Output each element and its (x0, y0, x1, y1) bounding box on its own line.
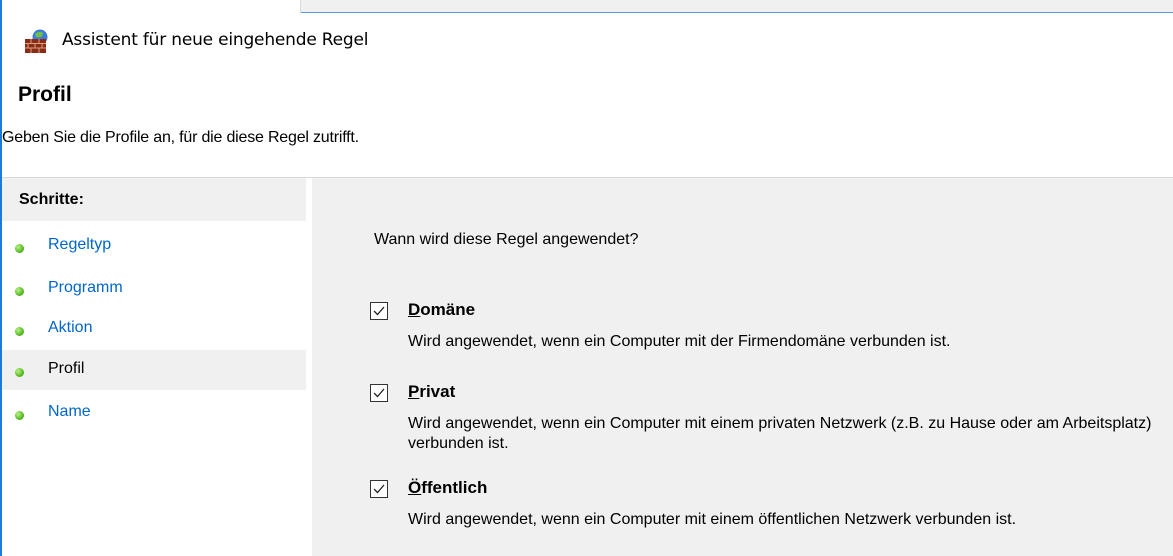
domain-description: Wird angewendet, wenn ein Computer mit d… (408, 333, 951, 350)
step-complete-dot-icon (15, 244, 24, 253)
steps-header: Schritte: (2, 178, 306, 221)
step-complete-dot-icon (15, 411, 24, 420)
checkmark-icon (373, 484, 385, 494)
domain-checkbox[interactable] (370, 302, 388, 320)
title-bar: Assistent für neue eingehende Regel (2, 13, 1173, 69)
sidebar-item-name[interactable]: Name (2, 393, 306, 433)
page-subtitle: Geben Sie die Profile an, für die diese … (2, 129, 359, 146)
sidebar-item-regeltyp[interactable]: Regeltyp (2, 226, 306, 266)
domain-checkbox-label[interactable]: Domäne (408, 300, 475, 320)
accelerator-key: D (408, 300, 421, 319)
sidebar-item-label[interactable]: Name (48, 403, 91, 421)
step-complete-dot-icon (15, 368, 24, 377)
steps-title: Schritte: (19, 191, 84, 208)
profile-panel: Wann wird diese Regel angewendet? Domäne… (312, 178, 1173, 556)
sidebar-item-label: Profil (48, 360, 85, 377)
firewall-wall-globe-icon (25, 29, 48, 53)
public-checkbox-label[interactable]: Öffentlich (408, 478, 487, 498)
option-name-rest: ffentlich (421, 478, 488, 497)
step-complete-dot-icon (15, 327, 24, 336)
private-checkbox[interactable] (370, 384, 388, 402)
option-name-rest: omäne (420, 300, 476, 319)
accelerator-key: Ö (408, 478, 422, 497)
public-description: Wird angewendet, wenn ein Computer mit e… (408, 511, 1017, 528)
sidebar-item-label[interactable]: Aktion (48, 319, 92, 337)
private-description: Wird angewendet, wenn ein Computer mit e… (408, 415, 1152, 452)
page-title: Profil (18, 83, 72, 106)
step-complete-dot-icon (15, 287, 24, 296)
top-window-strip (0, 0, 1173, 13)
option-name-rest: rivat (419, 382, 456, 401)
private-checkbox-label[interactable]: Privat (408, 382, 455, 402)
sidebar-item-label[interactable]: Regeltyp (48, 236, 111, 254)
sidebar-item-profil[interactable]: Profil (2, 350, 306, 390)
window-title: Assistent für neue eingehende Regel (62, 30, 369, 50)
sidebar-item-label[interactable]: Programm (48, 279, 123, 297)
sidebar-item-programm[interactable]: Programm (2, 269, 306, 309)
checkmark-icon (373, 388, 385, 398)
sidebar-item-aktion[interactable]: Aktion (2, 309, 306, 349)
parent-window-pane (0, 0, 301, 13)
public-checkbox[interactable] (370, 480, 388, 498)
accelerator-key: P (408, 382, 420, 401)
wizard-header: Profil Geben Sie die Profile an, für die… (2, 69, 1173, 177)
checkmark-icon (373, 306, 385, 316)
question-label: Wann wird diese Regel angewendet? (374, 231, 639, 248)
steps-sidebar: Schritte: Regeltyp Programm Aktion Profi… (2, 178, 312, 556)
